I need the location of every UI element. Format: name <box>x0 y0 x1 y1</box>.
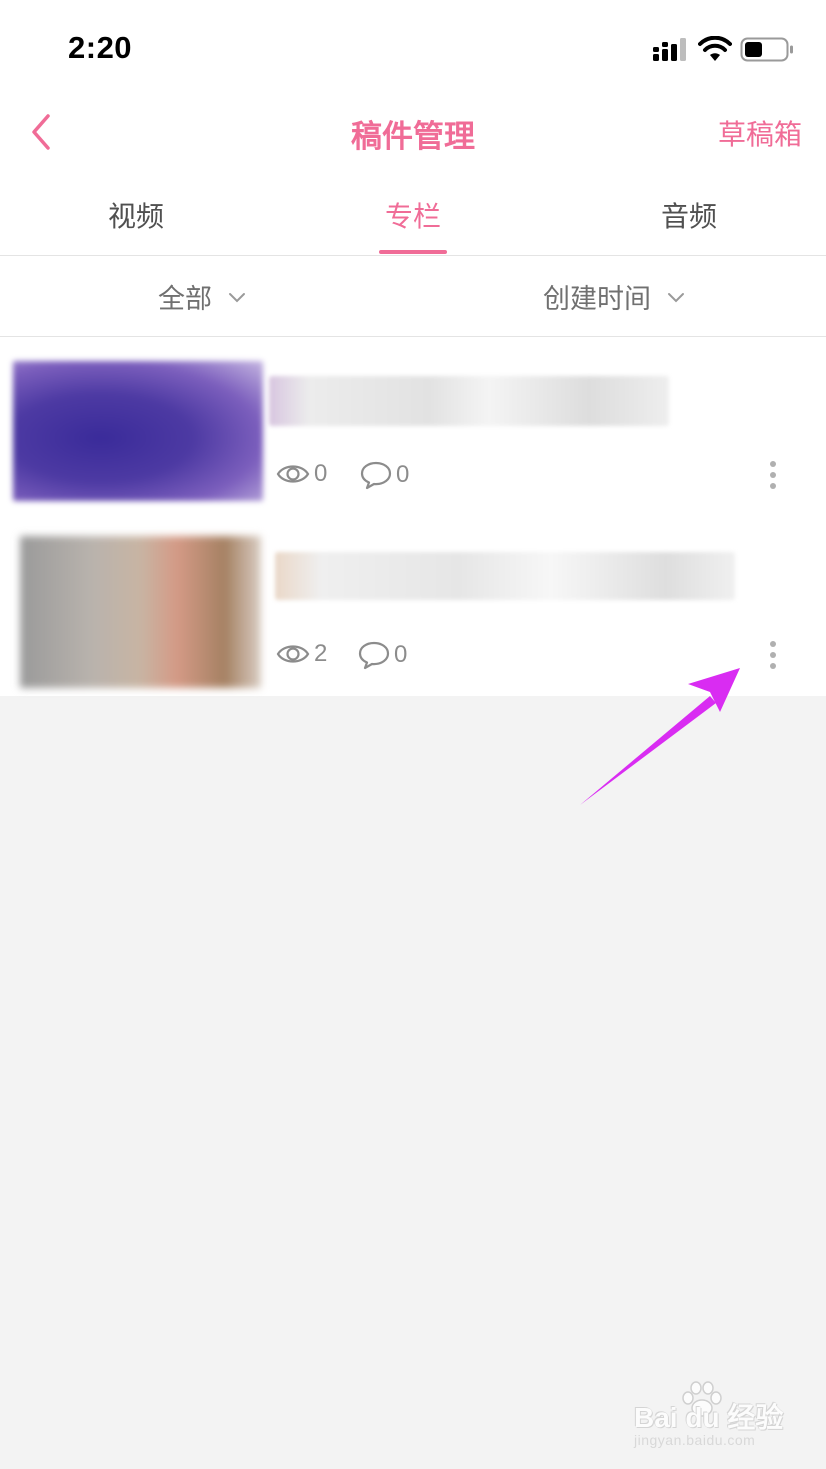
signal-icon <box>653 38 686 61</box>
page-title: 稿件管理 <box>351 119 475 155</box>
wifi-icon <box>698 36 732 61</box>
battery-icon <box>740 37 793 62</box>
category-filter[interactable]: 全部 <box>158 277 246 316</box>
view-count-value: 2 <box>314 640 328 667</box>
more-options-button[interactable] <box>761 455 785 495</box>
article-title-blurred[interactable] <box>275 552 735 600</box>
chevron-down-icon <box>229 292 245 302</box>
comment-icon <box>360 461 392 490</box>
eye-icon <box>276 465 310 483</box>
watermark-url: jingyan.baidu.com <box>634 1432 756 1448</box>
comment-icon <box>358 641 390 670</box>
view-count: 2 <box>276 640 327 668</box>
status-time: 2:20 <box>68 30 133 65</box>
article-title-blurred[interactable] <box>269 376 669 426</box>
category-filter-label: 全部 <box>158 284 212 315</box>
article-thumbnail[interactable] <box>20 536 261 688</box>
eye-icon <box>276 645 310 663</box>
more-options-button[interactable] <box>761 635 785 675</box>
drafts-button[interactable]: 草稿箱 <box>718 113 802 153</box>
watermark-main-text: Bai du 经验 <box>634 1402 784 1433</box>
comment-count-value: 0 <box>396 461 410 488</box>
comment-count: 0 <box>360 460 409 490</box>
annotation-arrow <box>580 668 740 805</box>
chevron-down-icon <box>668 292 684 302</box>
view-count: 0 <box>276 460 327 488</box>
tab-video[interactable]: 视频 <box>56 195 216 235</box>
active-tab-indicator <box>379 250 447 254</box>
comment-count-value: 0 <box>394 641 408 668</box>
sort-filter-label: 创建时间 <box>543 284 651 315</box>
comment-count: 0 <box>358 640 407 670</box>
view-count-value: 0 <box>314 460 328 487</box>
sort-filter[interactable]: 创建时间 <box>543 277 685 316</box>
tab-audio[interactable]: 音频 <box>609 195 769 235</box>
article-thumbnail[interactable] <box>13 361 263 501</box>
baidu-jingyan-watermark: Bai du 经验 jingyan.baidu.com <box>632 1380 792 1450</box>
tab-column[interactable]: 专栏 <box>333 195 493 235</box>
tabs-divider <box>0 255 826 256</box>
filters-divider <box>0 336 826 337</box>
